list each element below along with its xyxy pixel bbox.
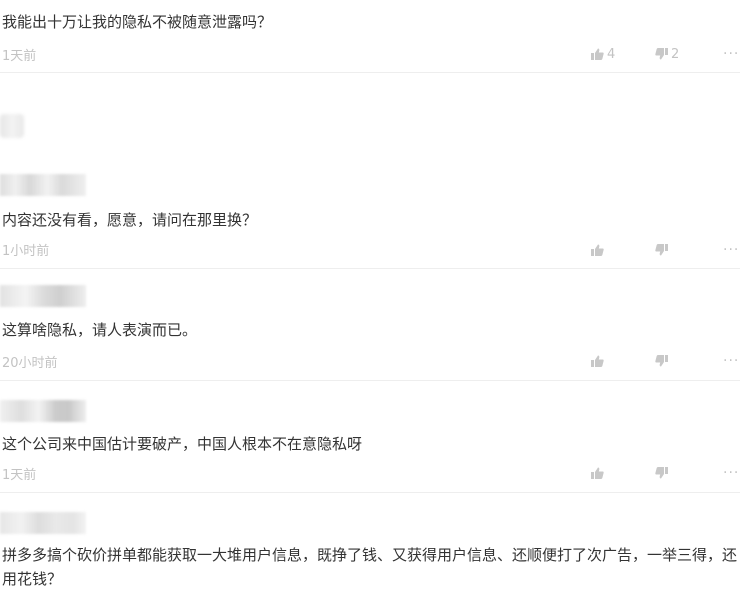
comment-item: 这个公司来中国估计要破产，中国人根本不在意隐私呀 1天前 ··· bbox=[0, 382, 740, 494]
dislike-button[interactable]: 2 bbox=[655, 45, 679, 63]
more-icon[interactable]: ··· bbox=[723, 241, 739, 259]
comment-text: 我能出十万让我的隐私不被随意泄露吗？ bbox=[2, 13, 273, 31]
dislike-button[interactable] bbox=[655, 241, 668, 259]
comment-time: 20小时前 bbox=[2, 356, 58, 371]
comment-actions: 4 2 ··· bbox=[580, 45, 740, 63]
comment-list: 我能出十万让我的隐私不被随意泄露吗？ 1天前 4 2 ··· 内容还没有看，愿意… bbox=[0, 0, 740, 594]
username[interactable] bbox=[0, 400, 86, 422]
more-icon[interactable]: ··· bbox=[723, 45, 739, 63]
divider bbox=[0, 72, 740, 73]
like-button[interactable]: 4 bbox=[591, 45, 615, 63]
comment-text: 这个公司来中国估计要破产，中国人根本不在意隐私呀 bbox=[2, 435, 363, 453]
avatar[interactable] bbox=[0, 114, 24, 138]
comment-item: 这算啥隐私，请人表演而已。 20小时前 ··· bbox=[0, 270, 740, 382]
comment-actions: ··· bbox=[580, 352, 740, 370]
thumbs-down-icon bbox=[655, 355, 668, 367]
divider bbox=[0, 380, 740, 381]
comment-time: 1小时前 bbox=[2, 244, 50, 259]
like-button[interactable] bbox=[591, 464, 604, 482]
username[interactable] bbox=[0, 512, 86, 534]
username[interactable] bbox=[0, 285, 86, 307]
dislike-button[interactable] bbox=[655, 464, 668, 482]
comment-text: 这算啥隐私，请人表演而已。 bbox=[2, 321, 198, 339]
thumbs-down-icon bbox=[655, 244, 668, 256]
thumbs-up-icon bbox=[591, 467, 604, 479]
dislike-count: 2 bbox=[671, 46, 680, 62]
more-icon[interactable]: ··· bbox=[723, 464, 739, 482]
divider bbox=[0, 492, 740, 493]
more-icon[interactable]: ··· bbox=[723, 352, 739, 370]
comment-text: 内容还没有看，愿意，请问在那里换？ bbox=[2, 211, 258, 229]
dislike-button[interactable] bbox=[655, 352, 668, 370]
like-count: 4 bbox=[607, 46, 616, 62]
comment-item: 内容还没有看，愿意，请问在那里换？ 1小时前 ··· bbox=[0, 74, 740, 270]
username[interactable] bbox=[0, 174, 86, 196]
like-button[interactable] bbox=[591, 352, 604, 370]
comment-item: 拼多多搞个砍价拼单都能获取一大堆用户信息，既挣了钱、又获得用户信息、还顺便打了次… bbox=[0, 494, 740, 594]
thumbs-up-icon bbox=[591, 244, 604, 256]
like-button[interactable] bbox=[591, 241, 604, 259]
divider bbox=[0, 268, 740, 269]
comment-time: 1天前 bbox=[2, 468, 37, 483]
comment-actions: ··· bbox=[580, 241, 740, 259]
comment-item: 我能出十万让我的隐私不被随意泄露吗？ 1天前 4 2 ··· bbox=[0, 0, 740, 74]
comment-time: 1天前 bbox=[2, 49, 37, 64]
thumbs-up-icon bbox=[591, 48, 604, 60]
thumbs-down-icon bbox=[655, 467, 668, 479]
thumbs-up-icon bbox=[591, 355, 604, 367]
thumbs-down-icon bbox=[655, 48, 668, 60]
comment-text: 拼多多搞个砍价拼单都能获取一大堆用户信息，既挣了钱、又获得用户信息、还顺便打了次… bbox=[2, 546, 738, 588]
comment-actions: ··· bbox=[580, 464, 740, 482]
